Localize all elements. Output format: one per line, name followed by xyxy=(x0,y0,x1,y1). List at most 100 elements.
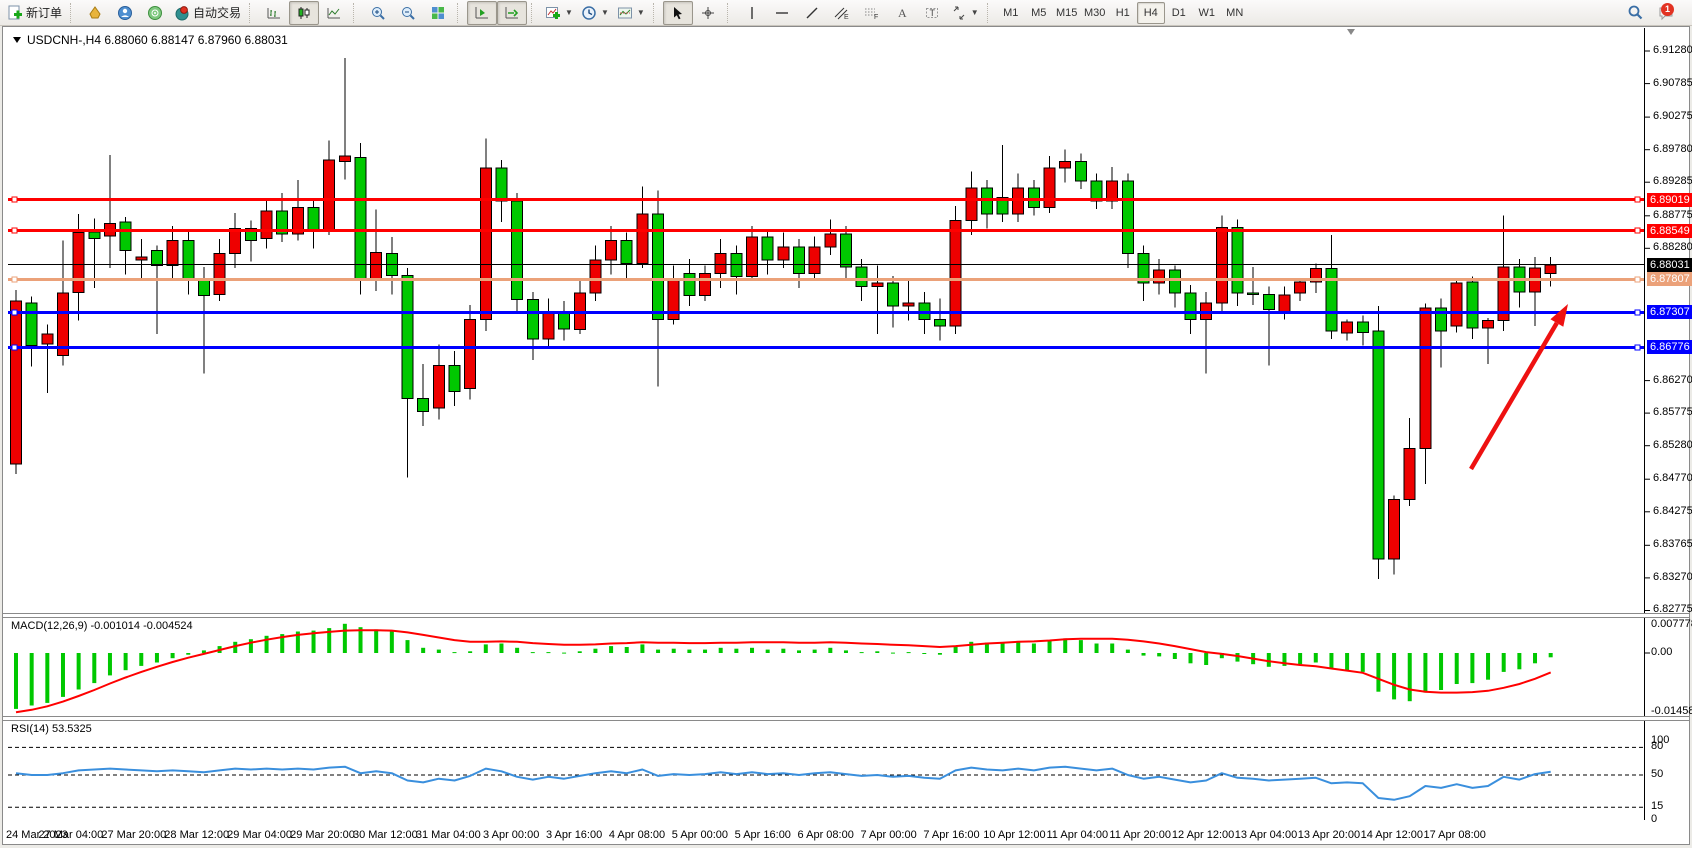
macd-histogram-bar xyxy=(124,653,128,670)
macd-histogram-bar xyxy=(1032,644,1036,654)
line-endpoint-marker xyxy=(12,277,17,282)
level-lines xyxy=(8,197,1644,350)
line-chart-icon xyxy=(326,5,342,21)
timeframe-button-M15[interactable]: M15 xyxy=(1053,2,1081,24)
zoom-out-button[interactable] xyxy=(393,1,423,25)
macd-histogram-bar xyxy=(186,653,190,655)
candlestick-chart-button[interactable] xyxy=(289,1,319,25)
macd-histogram-bar xyxy=(1392,653,1396,699)
timeframe-button-MN[interactable]: MN xyxy=(1221,2,1249,24)
arrows-button[interactable]: ▼ xyxy=(947,1,983,25)
zoom-in-button[interactable] xyxy=(363,1,393,25)
candle-body xyxy=(371,252,382,279)
time-axis-label: 7 Apr 00:00 xyxy=(860,829,916,841)
time-axis-label: 13 Apr 20:00 xyxy=(1298,829,1360,841)
pivot-price-label: 6.87807 xyxy=(1647,272,1692,286)
macd-histogram-bar xyxy=(1079,640,1083,653)
time-axis-label: 28 Mar 12:00 xyxy=(164,829,229,841)
candle-body xyxy=(1154,270,1165,283)
trendline-button[interactable] xyxy=(797,1,827,25)
toolbar-separator xyxy=(353,3,360,23)
candle-body xyxy=(637,214,648,263)
templates-button[interactable]: ▼ xyxy=(613,1,649,25)
candle-body xyxy=(1404,448,1415,499)
signals-button[interactable] xyxy=(140,1,170,25)
auto-scroll-button[interactable] xyxy=(497,1,527,25)
chart-window[interactable]: USDCNH-,H4 6.88060 6.88147 6.87960 6.880… xyxy=(2,26,1690,845)
vertical-line-button[interactable] xyxy=(737,1,767,25)
pane-separator[interactable] xyxy=(3,716,1689,721)
text-button[interactable]: A xyxy=(887,1,917,25)
time-axis-label: 30 Mar 12:00 xyxy=(353,829,418,841)
styler-button[interactable] xyxy=(80,1,110,25)
candle-body xyxy=(809,247,820,273)
toolbar-separator xyxy=(249,3,256,23)
macd-histogram-bar xyxy=(1110,644,1114,654)
fibonacci-button[interactable]: F xyxy=(857,1,887,25)
macd-histogram-bar xyxy=(562,653,566,654)
autotrade-button[interactable]: 自动交易 xyxy=(170,1,245,25)
time-axis-label: 12 Apr 12:00 xyxy=(1172,829,1234,841)
tile-windows-button[interactable] xyxy=(423,1,453,25)
candle-body xyxy=(527,300,538,340)
notifications-button[interactable]: 1 xyxy=(1650,1,1684,25)
timeframe-button-M30[interactable]: M30 xyxy=(1081,2,1109,24)
chart-canvas[interactable] xyxy=(3,27,1689,844)
periods-button[interactable]: ▼ xyxy=(577,1,613,25)
macd-axis-label: 0.00 xyxy=(1651,646,1672,658)
equidistant-channel-button[interactable]: E xyxy=(827,1,857,25)
bar-chart-button[interactable] xyxy=(259,1,289,25)
candle-body xyxy=(966,188,977,221)
macd-histogram-bar xyxy=(734,649,738,653)
candle-body xyxy=(606,240,617,260)
macd-histogram-bar xyxy=(45,653,49,703)
pane-separator[interactable] xyxy=(3,613,1689,618)
indicators-button[interactable]: ▼ xyxy=(541,1,577,25)
search-button[interactable] xyxy=(1620,1,1650,25)
timeframe-button-H1[interactable]: H1 xyxy=(1109,2,1137,24)
timeframe-button-M5[interactable]: M5 xyxy=(1025,2,1053,24)
macd-histogram-bar xyxy=(1298,653,1302,664)
zoom-out-icon xyxy=(400,5,416,21)
line-chart-button[interactable] xyxy=(319,1,349,25)
toolbar-separator xyxy=(70,3,77,23)
candle-body xyxy=(496,168,507,201)
timeframe-button-H4[interactable]: H4 xyxy=(1137,2,1165,24)
templates-icon xyxy=(617,5,633,21)
line-endpoint-marker xyxy=(12,345,17,350)
candle-body xyxy=(339,156,350,161)
macd-histogram-bar xyxy=(828,648,832,653)
horizontal-line-icon xyxy=(774,5,790,21)
candle-body xyxy=(120,222,131,250)
macd-histogram-bar xyxy=(468,651,472,653)
candle-body xyxy=(480,168,491,319)
price-tick-label: 6.84770 xyxy=(1653,472,1692,484)
candles xyxy=(11,58,1557,579)
macd-histogram-bar xyxy=(531,652,535,653)
label-button[interactable]: T xyxy=(917,1,947,25)
chart-shift-button[interactable] xyxy=(467,1,497,25)
candle-body xyxy=(1248,293,1259,295)
candle-body xyxy=(1169,270,1180,293)
candle-body xyxy=(934,319,945,326)
price-tick-label: 6.90785 xyxy=(1653,77,1692,89)
cursor-button[interactable] xyxy=(663,1,693,25)
time-axis-label: 11 Apr 04:00 xyxy=(1047,829,1109,841)
candle-body xyxy=(308,208,319,231)
timeframe-button-W1[interactable]: W1 xyxy=(1193,2,1221,24)
rsi-axis-label: 15 xyxy=(1651,800,1663,812)
candle-body xyxy=(1044,168,1055,208)
chevron-down-icon: ▼ xyxy=(637,8,645,17)
macd-histogram-bar xyxy=(891,653,895,654)
timeframe-button-D1[interactable]: D1 xyxy=(1165,2,1193,24)
crosshair-button[interactable] xyxy=(693,1,723,25)
svg-text:F: F xyxy=(874,14,878,21)
horizontal-line-button[interactable] xyxy=(767,1,797,25)
profile-button[interactable] xyxy=(110,1,140,25)
macd-axis-label: 0.007778 xyxy=(1651,618,1692,630)
timeframe-button-M1[interactable]: M1 xyxy=(997,2,1025,24)
macd-histogram-bar xyxy=(813,650,817,653)
new-order-button[interactable]: 新订单 xyxy=(3,1,66,25)
annotation-arrow[interactable] xyxy=(1471,323,1557,469)
macd-label: MACD(12,26,9) -0.001014 -0.004524 xyxy=(11,620,193,632)
